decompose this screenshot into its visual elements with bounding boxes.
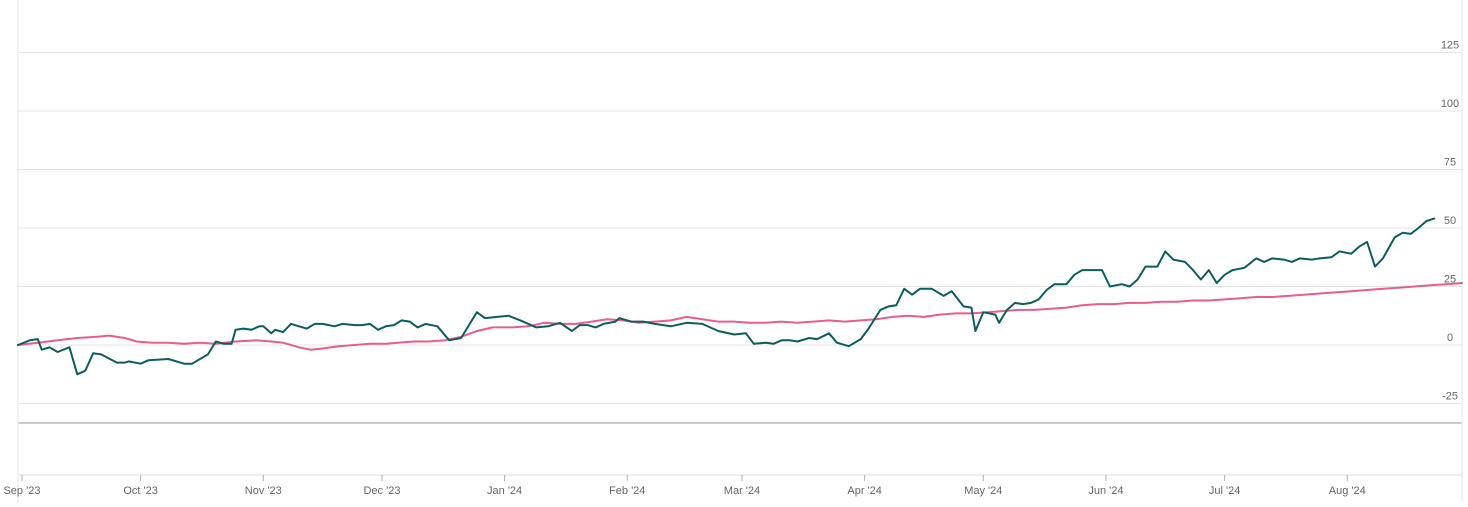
- x-tick-label: Apr '24: [847, 485, 882, 497]
- x-tick-label: Dec '23: [363, 485, 400, 497]
- grid-layer: [18, 52, 1462, 404]
- y-tick-label: 75: [1444, 157, 1456, 169]
- x-tick-label: Jul '24: [1209, 485, 1240, 497]
- line-chart: 125 100 75 50 25 0 -25 Sep '23 Oct '23 Nov '23 De…: [3, 0, 1463, 502]
- series-line-1: [17, 217, 1436, 376]
- x-axis-ticks: Sep '23 Oct '23 Nov '23 Dec '23 Jan '24 Feb '…: [3, 475, 1366, 497]
- x-tick-label: Nov '23: [245, 485, 282, 497]
- chart-container: 125 100 75 50 25 0 -25 Sep '23 Oct '23 Nov '23 De…: [0, 0, 1468, 502]
- series-line-2: [17, 282, 1463, 351]
- y-tick-label: 100: [1441, 98, 1459, 110]
- x-tick-label: Sep '23: [3, 485, 40, 497]
- x-tick-label: May '24: [964, 485, 1002, 497]
- axis-layer: [17, 0, 1463, 502]
- y-axis-ticks: 125 100 75 50 25 0 -25: [1441, 40, 1459, 403]
- x-tick-label: Jun '24: [1088, 485, 1123, 497]
- y-tick-label: 0: [1447, 332, 1453, 344]
- y-tick-label: -25: [1442, 391, 1458, 403]
- x-tick-label: Mar '24: [724, 485, 760, 497]
- x-tick-label: Jan '24: [487, 485, 522, 497]
- x-tick-label: Aug '24: [1329, 485, 1366, 497]
- y-tick-label: 50: [1444, 215, 1456, 227]
- x-tick-label: Oct '23: [123, 485, 158, 497]
- y-tick-label: 125: [1441, 40, 1459, 52]
- series-layer: [17, 217, 1463, 376]
- x-tick-label: Feb '24: [609, 485, 645, 497]
- y-tick-label: 25: [1444, 274, 1456, 286]
